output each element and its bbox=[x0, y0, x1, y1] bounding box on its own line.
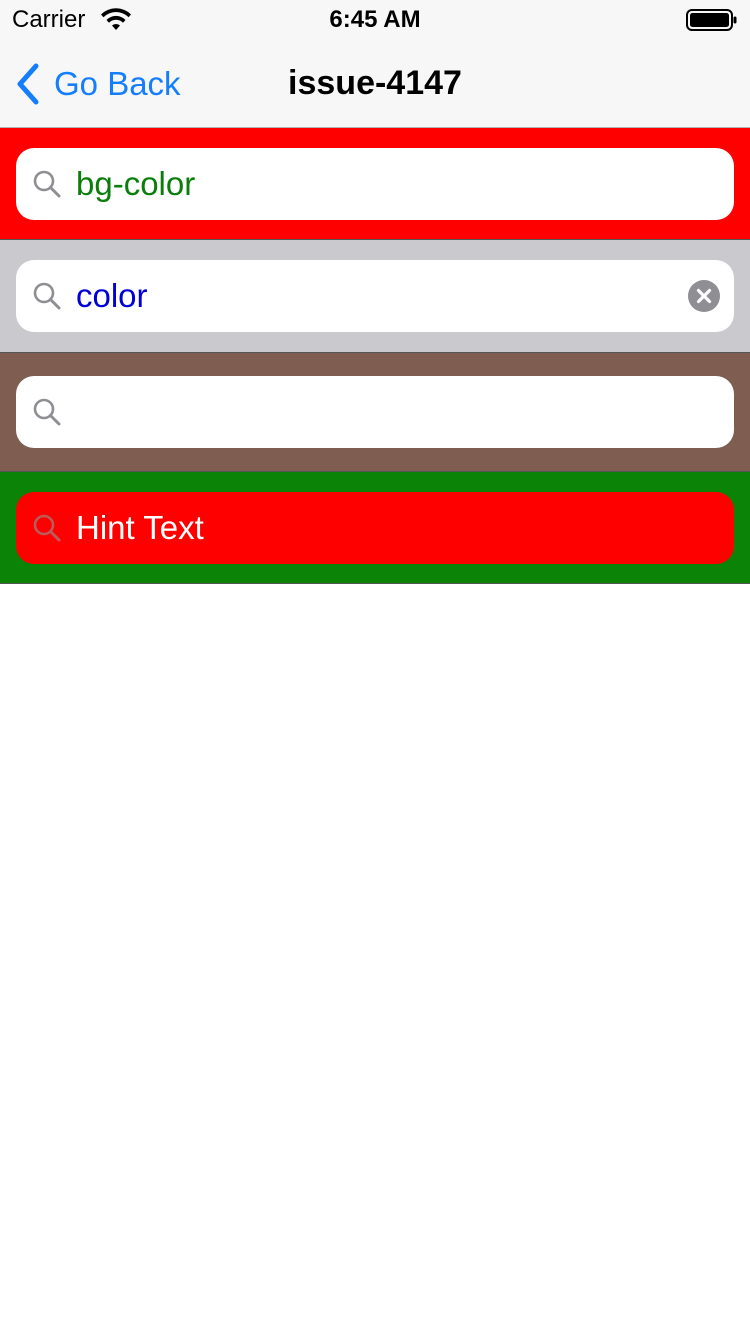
search-field[interactable]: bg-color bbox=[16, 148, 734, 220]
page-title: issue-4147 bbox=[288, 64, 462, 102]
search-bar-hint: Hint Text bbox=[0, 472, 750, 584]
search-field[interactable]: Hint Text bbox=[16, 492, 734, 564]
clear-icon[interactable] bbox=[688, 280, 720, 312]
search-field-value: color bbox=[76, 277, 148, 314]
search-icon bbox=[33, 398, 61, 426]
search-field[interactable]: color bbox=[16, 260, 734, 332]
search-icon bbox=[33, 514, 61, 542]
search-icon bbox=[33, 282, 61, 310]
search-bar-color: color bbox=[0, 240, 750, 353]
search-bar-empty bbox=[0, 353, 750, 472]
battery-icon bbox=[686, 9, 737, 31]
search-field[interactable] bbox=[16, 376, 734, 448]
search-bar-bg-color: bg-color bbox=[0, 128, 750, 240]
search-field-value: bg-color bbox=[76, 165, 196, 202]
search-field-placeholder: Hint Text bbox=[76, 509, 204, 546]
search-icon bbox=[33, 170, 61, 198]
navigation-bar: Go Back issue-4147 bbox=[0, 40, 750, 128]
status-time: 6:45 AM bbox=[329, 6, 421, 33]
status-bar: Carrier 6:45 AM bbox=[0, 0, 750, 40]
